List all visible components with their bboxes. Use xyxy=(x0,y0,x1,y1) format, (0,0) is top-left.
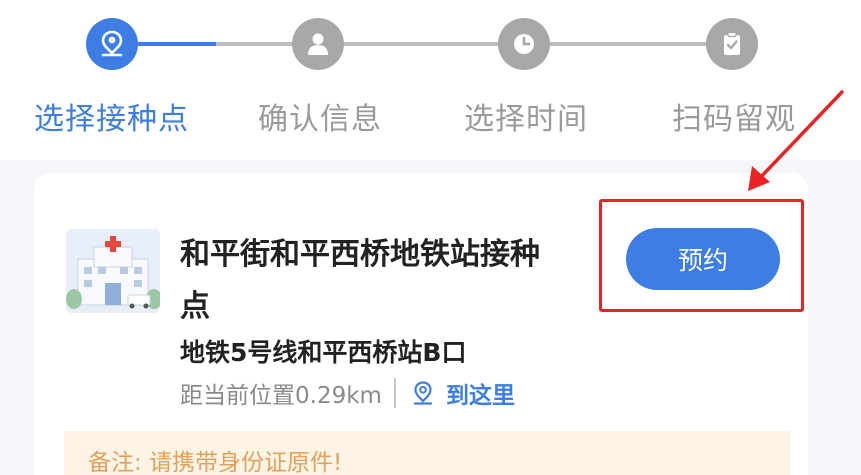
step-2-circle xyxy=(292,18,344,70)
step-3-label: 选择时间 xyxy=(464,102,588,137)
annotation-highlight-box xyxy=(599,199,804,312)
step-4-label: 扫码留观 xyxy=(672,102,796,137)
step-connector-2 xyxy=(344,42,500,46)
step-3-circle xyxy=(498,18,550,70)
hospital-thumbnail xyxy=(66,229,160,313)
site-address: 地铁5号线和平西桥站B口 xyxy=(180,338,467,367)
location-pin-icon xyxy=(413,381,433,405)
distance-row: 距当前位置0.29km 到这里 xyxy=(180,376,515,410)
user-icon xyxy=(308,33,328,55)
clock-icon xyxy=(514,34,534,54)
step-connector-3 xyxy=(550,42,708,46)
distance-text: 距当前位置0.29km xyxy=(180,383,382,409)
site-name: 和平街和平西桥地铁站接种点 xyxy=(180,237,540,324)
step-1-label: 选择接种点 xyxy=(34,102,189,137)
location-person-icon xyxy=(101,30,123,57)
hospital-building-icon xyxy=(66,229,160,313)
step-4-circle xyxy=(706,18,758,70)
step-2-label: 确认信息 xyxy=(258,102,382,137)
navigate-label: 到这里 xyxy=(445,383,515,409)
divider xyxy=(393,378,396,408)
note-text: 备注: 请携带身份证原件! xyxy=(88,450,343,475)
step-connector-1b xyxy=(216,42,294,46)
clipboard-check-icon xyxy=(724,31,740,55)
progress-stepper: 选择接种点 确认信息 选择时间 扫码留观 xyxy=(0,0,861,160)
step-connector-1 xyxy=(138,42,216,46)
note-bar: 备注: 请携带身份证原件! xyxy=(64,431,790,475)
step-1-circle xyxy=(86,18,138,70)
navigate-link[interactable]: 到这里 xyxy=(410,376,515,410)
